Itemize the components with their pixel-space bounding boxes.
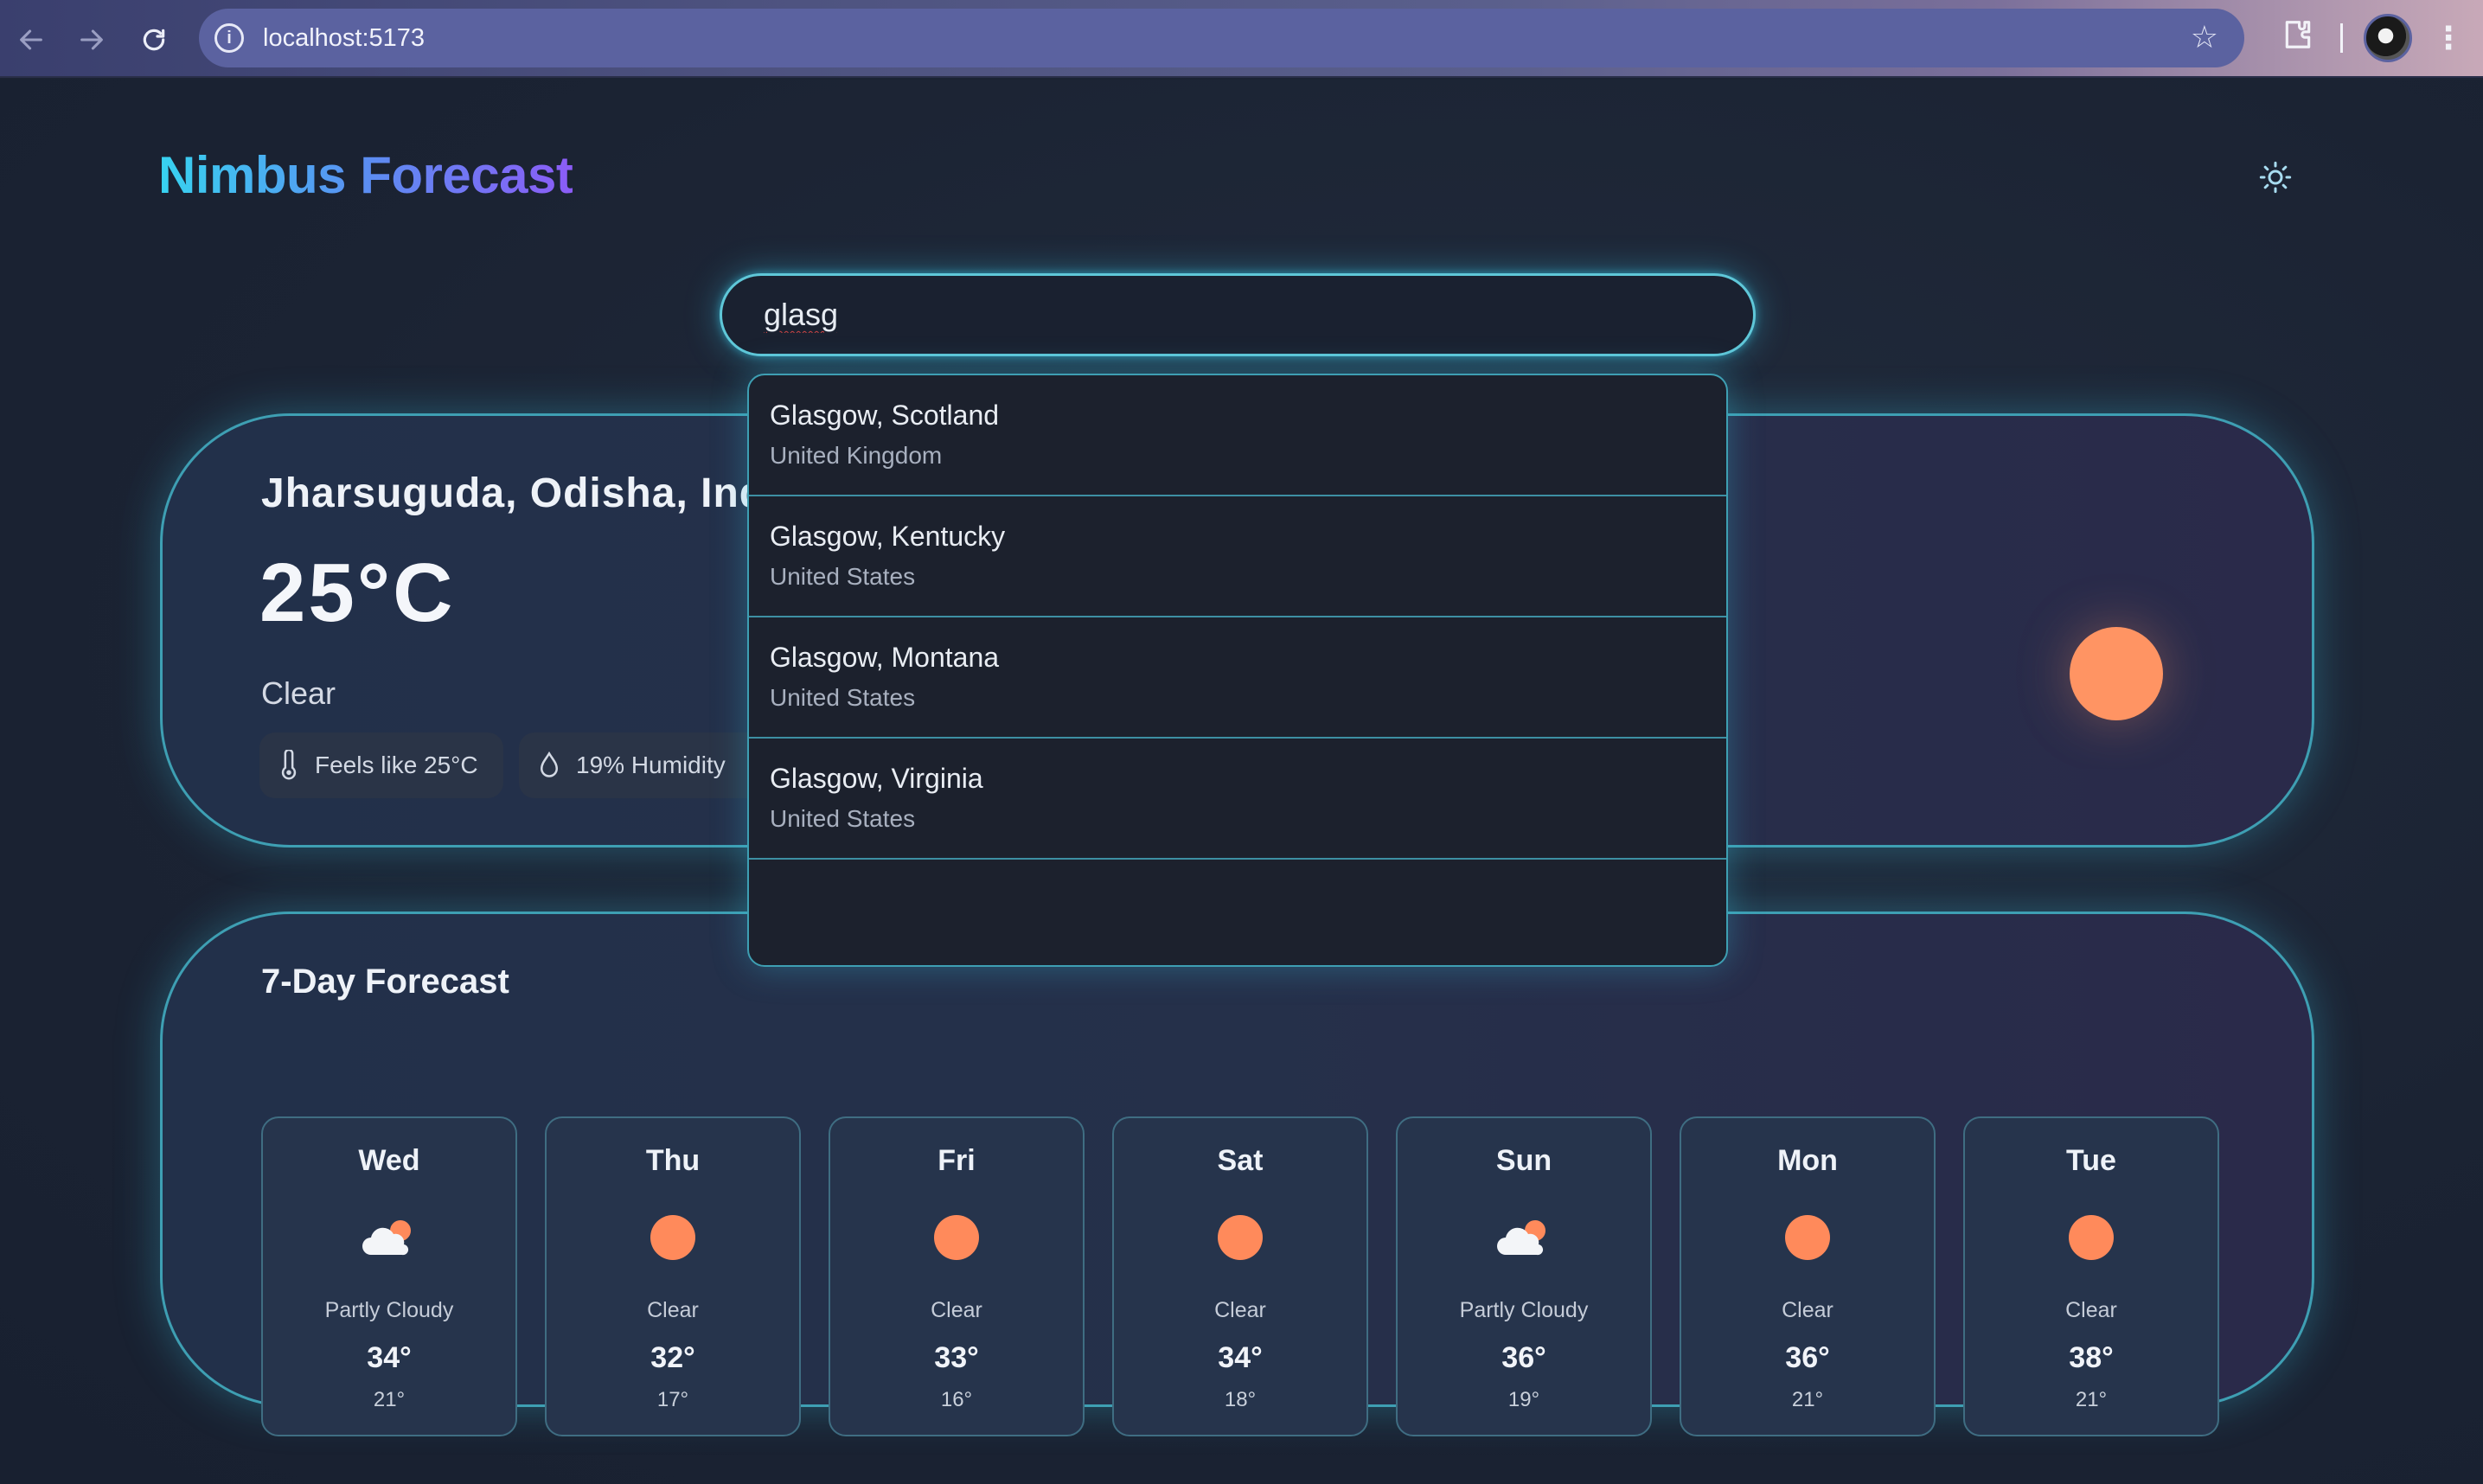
forecast-day-high: 36° (1501, 1341, 1546, 1374)
suggestion-country: United Kingdom (770, 442, 943, 469)
address-url[interactable]: localhost:5173 (263, 24, 425, 53)
sun-icon (934, 1215, 979, 1260)
forecast-day-name: Sun (1495, 1144, 1552, 1177)
current-location: Jharsuguda, Odisha, India (261, 470, 771, 516)
humidity-text: 19% Humidity (576, 752, 726, 778)
forecast-day-card: Sun Partly Cloudy 36° 19° (1396, 1116, 1652, 1436)
forecast-day-condition: Clear (1782, 1298, 1833, 1322)
suggestion-item[interactable]: Glasgow, Montana United States (749, 617, 1726, 739)
forecast-day-low: 18° (1224, 1388, 1257, 1411)
suggestion-country: United States (770, 805, 916, 832)
search-input[interactable] (764, 297, 1753, 333)
humidity-chip: 19% Humidity (519, 732, 778, 798)
forecast-day-name: Mon (1777, 1144, 1838, 1177)
partly-cloudy-icon (1494, 1215, 1554, 1264)
address-bar[interactable]: i localhost:5173 ☆ (199, 9, 2244, 67)
forecast-day-high: 33° (934, 1341, 979, 1374)
sun-icon (650, 1215, 695, 1260)
site-info-icon[interactable]: i (214, 23, 244, 53)
search-box[interactable] (720, 273, 1756, 356)
current-temperature: 25°C (259, 547, 456, 639)
bookmark-star-icon[interactable]: ☆ (2191, 19, 2218, 55)
forecast-day-high: 36° (1785, 1341, 1830, 1374)
forward-button[interactable] (67, 16, 116, 64)
partly-cloudy-icon (359, 1215, 419, 1264)
sun-icon (1785, 1215, 1830, 1260)
forecast-day-name: Thu (645, 1144, 701, 1177)
search-suggestions-dropdown: Glasgow, Scotland United Kingdom Glasgow… (747, 374, 1728, 967)
extensions-icon[interactable] (2281, 18, 2314, 59)
forecast-day-name: Sat (1217, 1144, 1264, 1177)
arrow-left-icon (20, 29, 42, 50)
forecast-day-card: Sat Clear 34° 18° (1112, 1116, 1368, 1436)
suggestion-item[interactable]: Glasgow, Virginia United States (749, 739, 1726, 860)
forecast-day-high: 38° (2069, 1341, 2114, 1374)
feels-like-text: Feels like 25°C (315, 752, 478, 778)
droplet-icon (536, 751, 562, 780)
suggestion-city: Glasgow, Montana (770, 642, 1000, 673)
forecast-day-condition: Clear (931, 1298, 982, 1322)
forecast-day-high: 34° (1218, 1341, 1263, 1374)
suggestion-city: Glasgow, Virginia (770, 763, 983, 794)
suggestion-country: United States (770, 563, 916, 590)
forecast-day-condition: Partly Cloudy (1459, 1298, 1589, 1322)
forecast-day-name: Fri (938, 1144, 976, 1177)
sun-icon (2069, 1215, 2114, 1260)
suggestion-item[interactable]: Glasgow, Scotland United Kingdom (749, 375, 1726, 496)
forecast-day-low: 16° (940, 1388, 973, 1411)
suggestion-city: Glasgow, Kentucky (770, 521, 1006, 552)
back-button[interactable] (7, 16, 55, 64)
forecast-card: 7-Day Forecast Wed Partly Cloudy 34° 21° Thu… (160, 912, 2314, 1436)
forecast-day-card: Thu Clear 32° 17° (545, 1116, 801, 1436)
forecast-day-condition: Clear (1214, 1298, 1266, 1322)
forecast-day-condition: Partly Cloudy (324, 1298, 454, 1322)
forecast-day-condition: Clear (2065, 1298, 2117, 1322)
reload-button[interactable] (130, 16, 178, 64)
forecast-day-low: 21° (373, 1388, 406, 1411)
sun-icon (1218, 1215, 1263, 1260)
arrow-right-icon (80, 29, 103, 50)
sun-theme-icon (2259, 161, 2292, 194)
suggestion-country: United States (770, 684, 916, 711)
forecast-heading: 7-Day Forecast (261, 963, 509, 1001)
suggestion-item[interactable]: Glasgow, Kentucky United States (749, 496, 1726, 617)
forecast-day-name: Wed (358, 1144, 420, 1177)
forecast-day-card: Wed Partly Cloudy 34° 21° (261, 1116, 517, 1436)
forecast-day-condition: Clear (647, 1298, 699, 1322)
forecast-day-low: 17° (656, 1388, 689, 1411)
forecast-day-high: 34° (367, 1341, 412, 1374)
forecast-day-low: 19° (1507, 1388, 1540, 1411)
forecast-day-card: Tue Clear 38° 21° (1963, 1116, 2219, 1436)
forecast-day-card: Mon Clear 36° 21° (1680, 1116, 1936, 1436)
app-root: Nimbus Forecast Jharsuguda, Odisha, Indi… (0, 80, 2483, 1484)
toolbar-divider (2340, 23, 2343, 53)
current-condition: Clear (261, 675, 336, 711)
browser-toolbar: i localhost:5173 ☆ ⋮ (0, 0, 2483, 78)
browser-menu-icon[interactable]: ⋮ (2433, 20, 2464, 56)
forecast-day-low: 21° (2075, 1388, 2108, 1411)
forecast-day-high: 32° (650, 1341, 695, 1374)
current-sun-icon (2070, 627, 2163, 720)
theme-toggle-button[interactable] (2254, 156, 2297, 199)
forecast-day-card: Fri Clear 33° 16° (829, 1116, 1085, 1436)
reload-icon (143, 29, 165, 51)
suggestion-city: Glasgow, Scotland (770, 400, 1000, 431)
forecast-day-name: Tue (2066, 1144, 2116, 1177)
brand-title: Nimbus Forecast (158, 146, 573, 204)
feels-like-chip: Feels like 25°C (259, 732, 503, 798)
forecast-day-low: 21° (1791, 1388, 1824, 1411)
thermometer-icon (277, 750, 301, 781)
profile-avatar[interactable] (2364, 14, 2412, 62)
